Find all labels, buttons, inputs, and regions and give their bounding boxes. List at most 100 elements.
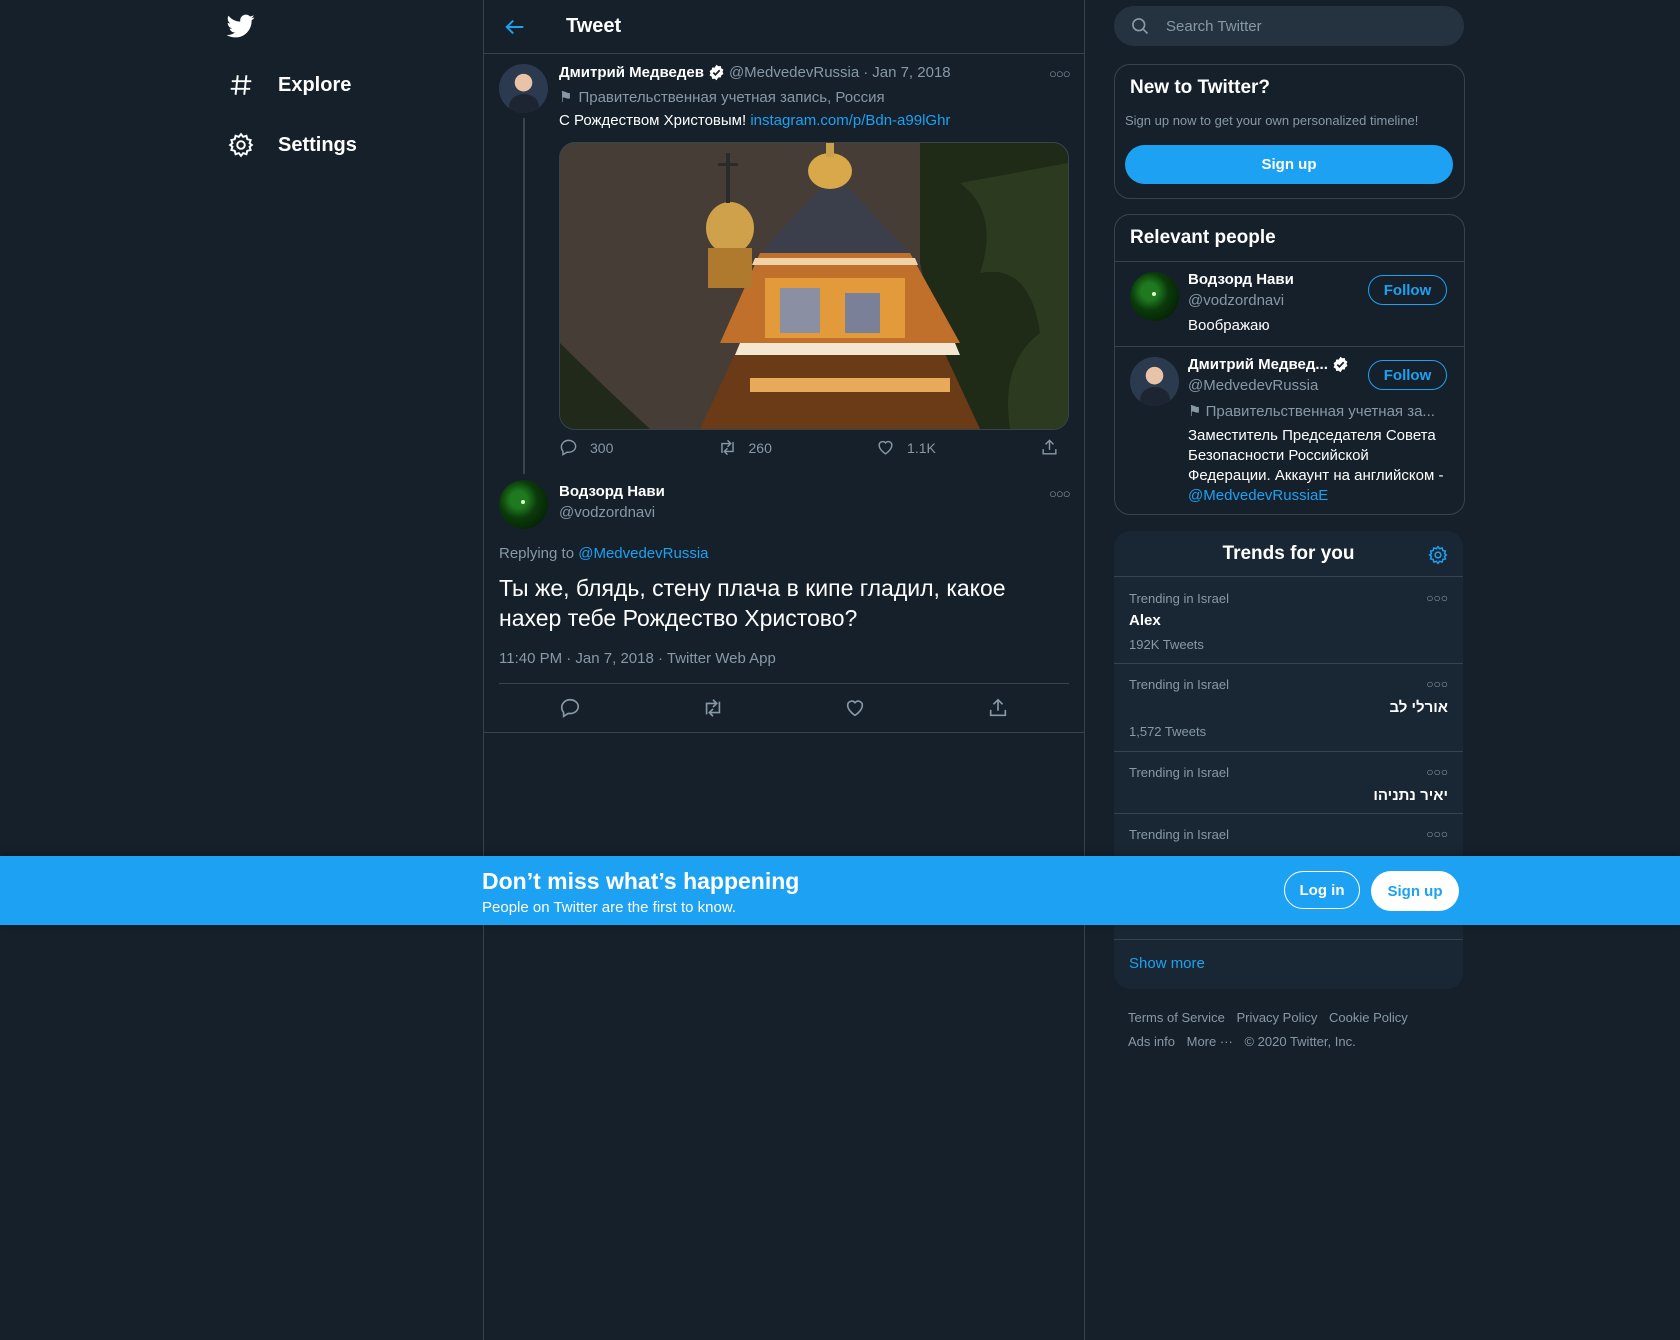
trend-count: 1,572 Tweets (1129, 724, 1207, 739)
trend-name: יאיר נתניהו (1373, 787, 1448, 804)
footer-copyright: © 2020 Twitter, Inc. (1244, 1034, 1356, 1049)
reply-author-handle[interactable]: @vodzordnavi (559, 504, 655, 521)
like-button[interactable]: 1.1K (876, 438, 936, 457)
replying-to-prefix: Replying to (499, 545, 575, 562)
reply-action-bar (499, 683, 1069, 732)
person-bio: Заместитель Председателя Совета Безопасн… (1188, 426, 1452, 506)
verified-badge-icon (709, 64, 724, 81)
search-icon (1132, 18, 1149, 35)
relevant-people-card: Relevant people Водзорд Нави @vodzordnav… (1114, 214, 1465, 515)
footer-row: Terms of Service Privacy Policy Cookie P… (1128, 1006, 1468, 1030)
arrow-left-icon[interactable] (504, 16, 526, 38)
tweet-text-body: С Рождеством Христовым! (559, 112, 747, 129)
person-handle[interactable]: @vodzordnavi (1188, 292, 1284, 309)
signup-card-subtitle: Sign up now to get your own personalized… (1125, 113, 1419, 128)
avatar[interactable] (499, 64, 548, 113)
account-label-text: Правительственная учетная за... (1205, 403, 1435, 420)
separator-dot: · (863, 64, 869, 81)
trend-context: Trending in Israel (1129, 827, 1229, 842)
more-icon[interactable]: ○○○ (1426, 591, 1448, 605)
follow-button[interactable]: Follow (1368, 275, 1447, 305)
trend-item[interactable]: Trending in Israel ○○○ Alex 192K Tweets (1114, 577, 1463, 663)
banner-title: Don’t miss what’s happening (482, 868, 800, 894)
reply-text: Ты же, блядь, стену плача в кипе гладил,… (499, 575, 1006, 631)
heart-icon (878, 440, 893, 455)
share-icon[interactable] (987, 697, 1009, 719)
main-column: Tweet Дмитрий Медведев @MedvedevRussia ·… (483, 0, 1085, 1340)
footer-link-ads[interactable]: Ads info (1128, 1034, 1175, 1049)
tweet-author-name[interactable]: Дмитрий Медведев (559, 64, 704, 81)
nav-explore[interactable]: Explore (228, 65, 351, 105)
reply-icon[interactable] (559, 697, 581, 719)
trend-item[interactable]: Trending in Israel ○○○ יאיר נתניהו (1114, 752, 1463, 813)
trend-context: Trending in Israel (1129, 677, 1229, 692)
reply-count: 300 (590, 439, 614, 456)
retweet-button[interactable]: 260 (718, 438, 772, 457)
nav-settings-label: Settings (278, 133, 357, 156)
person-name[interactable]: Водзорд Нави (1188, 271, 1294, 288)
person-bio: Воображаю (1188, 317, 1270, 334)
share-button[interactable] (1040, 438, 1059, 457)
reply-meta[interactable]: 11:40 PM · Jan 7, 2018 · Twitter Web App (499, 650, 776, 667)
trend-context: Trending in Israel (1129, 591, 1229, 606)
more-icon[interactable]: ○○○ (1426, 677, 1448, 691)
more-icon[interactable]: ○○○ (1426, 765, 1448, 779)
footer-link-cookie[interactable]: Cookie Policy (1329, 1010, 1408, 1025)
more-icon[interactable]: ○○○ (1426, 827, 1448, 841)
gear-icon[interactable] (1428, 545, 1448, 565)
retweet-icon[interactable] (702, 697, 724, 719)
tweet-date[interactable]: Jan 7, 2018 (872, 64, 950, 81)
person-name[interactable]: Дмитрий Медвед... (1188, 356, 1328, 373)
search-input[interactable] (1164, 16, 1448, 36)
church-photo (560, 143, 1068, 429)
login-button[interactable]: Log in (1284, 871, 1360, 909)
twitter-bird-icon[interactable] (226, 12, 256, 40)
avatar[interactable] (1130, 357, 1179, 406)
footer-row: Ads info More ··· © 2020 Twitter, Inc. (1128, 1030, 1468, 1054)
like-count: 1.1K (907, 439, 936, 456)
nav-settings[interactable]: Settings (228, 125, 357, 165)
person-bio-link[interactable]: @MedvedevRussiaE (1188, 487, 1328, 504)
tweet-image[interactable] (559, 142, 1069, 430)
banner-signup-button[interactable]: Sign up (1371, 871, 1459, 911)
gear-icon (228, 132, 254, 158)
trend-item[interactable]: Trending in Israel ○○○ אורלי לב 1,572 Tw… (1114, 664, 1463, 751)
retweet-count: 260 (748, 439, 772, 456)
trend-name: אורלי לב (1389, 699, 1448, 716)
footer: Terms of Service Privacy Policy Cookie P… (1128, 1006, 1468, 1054)
banner-subtitle: People on Twitter are the first to know. (482, 899, 737, 916)
verified-badge-icon (1333, 356, 1348, 373)
person-handle[interactable]: @MedvedevRussia (1188, 377, 1318, 394)
page-title: Tweet (566, 15, 622, 37)
reply-button[interactable]: 300 (559, 438, 613, 457)
reply-icon (560, 439, 577, 456)
tweet-author-handle[interactable]: @MedvedevRussia (729, 64, 859, 81)
tweet-link[interactable]: instagram.com/p/Bdn-a99lGhr (750, 112, 950, 129)
tweet-actions: 300 260 1.1K (559, 438, 1057, 457)
avatar[interactable] (1130, 272, 1179, 321)
reply-author-name[interactable]: Водзорд Нави (559, 483, 665, 500)
trends-title: Trends for you (1222, 543, 1355, 564)
footer-link-terms[interactable]: Terms of Service (1128, 1010, 1225, 1025)
signup-card: New to Twitter? Sign up now to get your … (1114, 64, 1465, 199)
tweet-header: Дмитрий Медведев @MedvedevRussia · Jan 7… (559, 64, 951, 81)
share-icon (1042, 439, 1057, 455)
search-bar[interactable] (1114, 6, 1464, 46)
relevant-people-title: Relevant people (1130, 227, 1276, 248)
tweet-text: С Рождеством Христовым! instagram.com/p/… (559, 112, 950, 129)
avatar[interactable] (499, 480, 548, 529)
replying-to-link[interactable]: @MedvedevRussia (578, 545, 708, 562)
account-label: ⚑ Правительственная учетная за... (1188, 402, 1435, 420)
trend-count: 192K Tweets (1129, 637, 1204, 652)
signup-button[interactable]: Sign up (1125, 145, 1453, 184)
flag-icon: ⚑ (1188, 403, 1206, 420)
heart-icon[interactable] (844, 697, 866, 719)
more-icon[interactable]: ○○○ (1049, 66, 1071, 81)
hashtag-icon (230, 75, 252, 95)
footer-link-privacy[interactable]: Privacy Policy (1236, 1010, 1317, 1025)
follow-button[interactable]: Follow (1368, 360, 1447, 390)
footer-link-more[interactable]: More ··· (1187, 1034, 1233, 1049)
show-more-link[interactable]: Show more (1129, 955, 1205, 972)
more-icon[interactable]: ○○○ (1049, 486, 1071, 501)
signup-card-title: New to Twitter? (1130, 77, 1271, 98)
